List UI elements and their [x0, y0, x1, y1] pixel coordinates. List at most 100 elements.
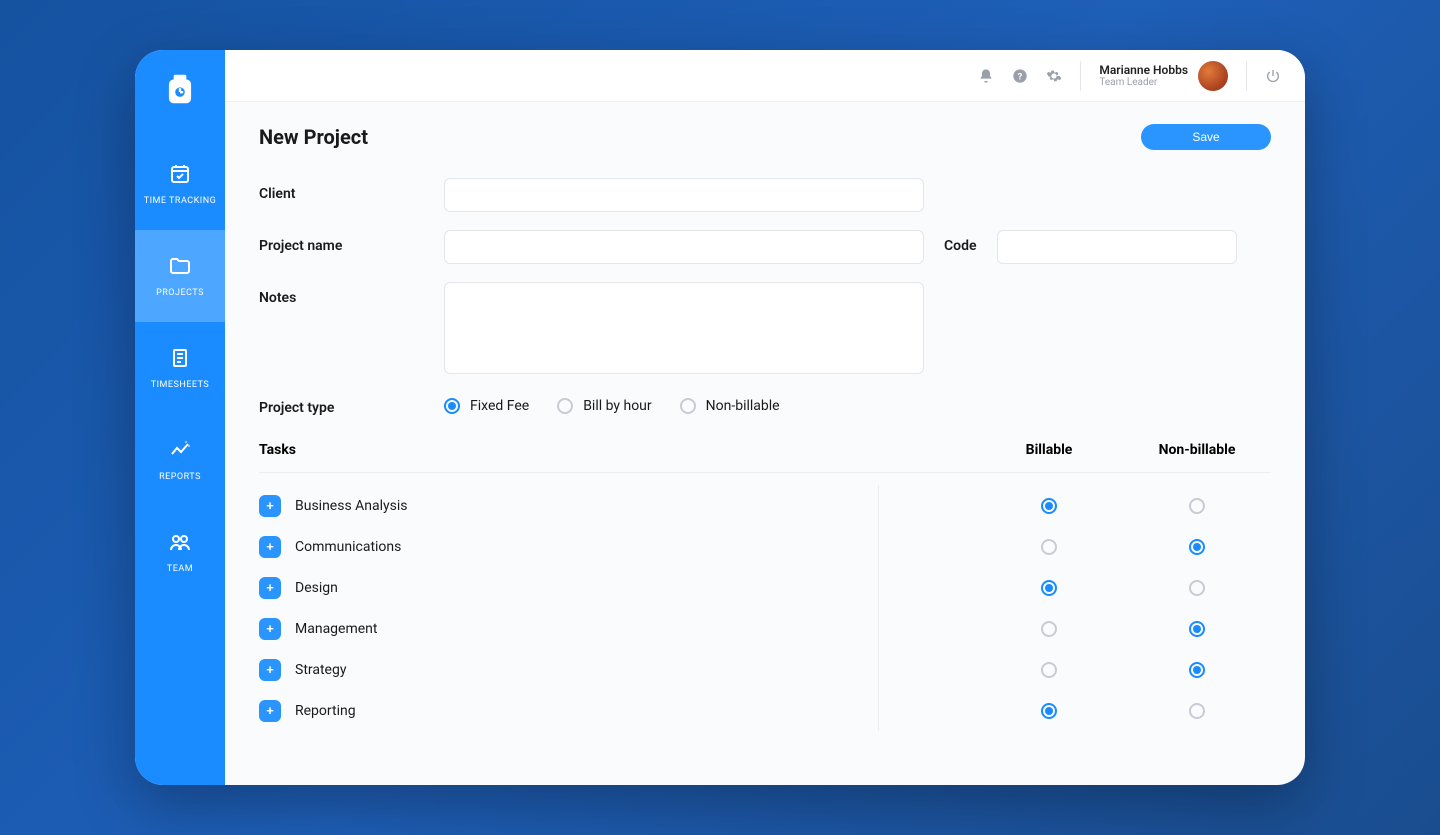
task-row: +Communications	[259, 526, 1271, 567]
sidebar-item-label: REPORTS	[159, 472, 201, 482]
code-label: Code	[944, 230, 977, 254]
page-title: New Project	[259, 125, 368, 149]
tasks-header-label: Tasks	[259, 442, 975, 458]
topbar: ? Marianne Hobbs Team Leader	[225, 50, 1305, 102]
sidebar-item-time-tracking[interactable]: TIME TRACKING	[135, 138, 225, 230]
billable-radio[interactable]	[1041, 662, 1057, 678]
billable-cell	[975, 621, 1123, 637]
non-billable-cell	[1123, 621, 1271, 637]
task-row: + Design	[259, 567, 1271, 608]
form-row-notes: Notes	[259, 282, 1271, 374]
avatar	[1198, 61, 1228, 91]
project-type-option-label: Bill by hour	[583, 398, 651, 414]
non-billable-radio[interactable]	[1189, 539, 1205, 555]
gear-icon[interactable]	[1046, 68, 1062, 84]
radio-icon	[557, 398, 573, 414]
bell-icon[interactable]	[978, 68, 994, 84]
task-name: Design	[295, 580, 338, 596]
sidebar-item-projects[interactable]: PROJECTS	[135, 230, 225, 322]
save-button[interactable]: Save	[1141, 124, 1271, 150]
task-name: Reporting	[295, 703, 356, 719]
non-billable-cell	[1123, 498, 1271, 514]
task-row: + Reporting	[259, 690, 1271, 731]
billable-radio[interactable]	[1041, 580, 1057, 596]
project-name-label: Project name	[259, 230, 424, 254]
task-row: + Management	[259, 608, 1271, 649]
project-type-option-label: Non-billable	[706, 398, 780, 414]
billable-radio[interactable]	[1041, 703, 1057, 719]
task-left: +Communications	[259, 536, 975, 558]
add-task-button[interactable]: +	[259, 659, 281, 681]
sparkline-icon	[168, 438, 192, 462]
non-billable-cell	[1123, 662, 1271, 678]
app-window: TIME TRACKING PROJECTS TIMESHEETS	[135, 50, 1305, 785]
billable-cell	[975, 703, 1123, 719]
task-name: Strategy	[295, 662, 346, 678]
task-left: + Management	[259, 618, 975, 640]
sidebar-item-team[interactable]: TEAM	[135, 506, 225, 598]
project-type-label: Project type	[259, 392, 424, 416]
task-left: + Reporting	[259, 700, 975, 722]
task-row: + Strategy	[259, 649, 1271, 690]
non-billable-radio[interactable]	[1189, 498, 1205, 514]
tasks-section: Tasks Billable Non-billable + Business An…	[259, 442, 1271, 731]
billable-radio[interactable]	[1041, 539, 1057, 555]
project-type-option-label: Fixed Fee	[470, 398, 529, 414]
non-billable-radio[interactable]	[1189, 580, 1205, 596]
help-icon[interactable]: ?	[1012, 68, 1028, 84]
user-name: Marianne Hobbs	[1099, 63, 1188, 77]
billable-header: Billable	[975, 442, 1123, 458]
project-type-option[interactable]: Bill by hour	[557, 398, 651, 414]
billable-cell	[975, 498, 1123, 514]
tasks-header: Tasks Billable Non-billable	[259, 442, 1271, 473]
page-head: New Project Save	[259, 124, 1271, 150]
sidebar: TIME TRACKING PROJECTS TIMESHEETS	[135, 50, 225, 785]
folder-icon	[168, 254, 192, 278]
billable-radio[interactable]	[1041, 621, 1057, 637]
add-task-button[interactable]: +	[259, 618, 281, 640]
sidebar-item-label: TIME TRACKING	[144, 196, 217, 206]
project-type-radio-group: Fixed Fee Bill by hour Non-billable	[444, 392, 780, 414]
task-left: + Design	[259, 577, 975, 599]
project-name-input[interactable]	[444, 230, 924, 264]
sidebar-item-reports[interactable]: REPORTS	[135, 414, 225, 506]
project-type-option[interactable]: Fixed Fee	[444, 398, 529, 414]
add-task-button[interactable]: +	[259, 536, 281, 558]
project-type-option[interactable]: Non-billable	[680, 398, 780, 414]
task-left: + Business Analysis	[259, 495, 975, 517]
client-input[interactable]	[444, 178, 924, 212]
separator	[1246, 61, 1247, 91]
user-block[interactable]: Marianne Hobbs Team Leader	[1099, 61, 1228, 91]
main: ? Marianne Hobbs Team Leader New Project	[225, 50, 1305, 785]
non-billable-radio[interactable]	[1189, 621, 1205, 637]
svg-text:?: ?	[1018, 71, 1023, 82]
task-name: Business Analysis	[295, 498, 408, 514]
notes-label: Notes	[259, 282, 424, 306]
form-row-project-name: Project name Code	[259, 230, 1271, 264]
team-icon	[168, 530, 192, 554]
receipt-icon	[168, 346, 192, 370]
add-task-button[interactable]: +	[259, 700, 281, 722]
power-icon[interactable]	[1265, 68, 1281, 84]
code-input[interactable]	[997, 230, 1237, 264]
non-billable-cell	[1123, 703, 1271, 719]
billable-radio[interactable]	[1041, 498, 1057, 514]
content: New Project Save Client Project name Cod…	[225, 102, 1305, 785]
sidebar-item-timesheets[interactable]: TIMESHEETS	[135, 322, 225, 414]
non-billable-radio[interactable]	[1189, 703, 1205, 719]
task-left: + Strategy	[259, 659, 975, 681]
calendar-check-icon	[168, 162, 192, 186]
non-billable-cell	[1123, 580, 1271, 596]
separator	[1080, 61, 1081, 91]
billable-cell	[975, 539, 1123, 555]
task-name: Management	[295, 621, 377, 637]
user-text: Marianne Hobbs Team Leader	[1099, 63, 1188, 88]
sidebar-item-label: PROJECTS	[156, 288, 204, 298]
non-billable-radio[interactable]	[1189, 662, 1205, 678]
sidebar-item-label: TEAM	[167, 564, 193, 574]
add-task-button[interactable]: +	[259, 495, 281, 517]
notes-input[interactable]	[444, 282, 924, 374]
app-logo-icon	[161, 70, 199, 108]
form-row-client: Client	[259, 178, 1271, 212]
add-task-button[interactable]: +	[259, 577, 281, 599]
